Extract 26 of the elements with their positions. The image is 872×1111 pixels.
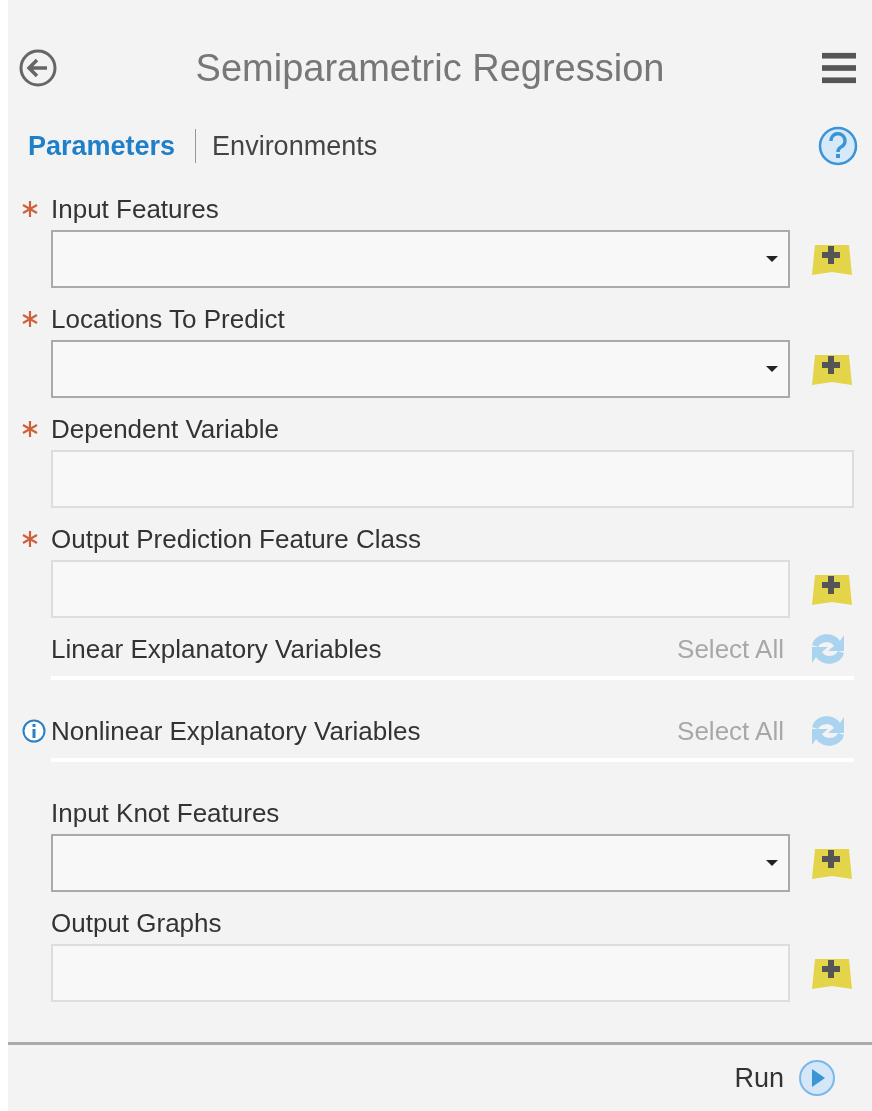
parameter-label: Output Prediction Feature Class	[51, 523, 421, 555]
tab[interactable]: Parameters	[28, 130, 176, 162]
caret-icon[interactable]	[766, 366, 778, 372]
parameter-label: Input Knot Features	[51, 797, 280, 829]
tool-title: Semiparametric Regression	[194, 46, 666, 90]
parameter-label: Input Features	[51, 193, 219, 225]
caret-icon[interactable]	[766, 860, 778, 866]
input-field[interactable]	[51, 450, 854, 508]
play-icon	[798, 1059, 836, 1097]
info-icon[interactable]	[21, 719, 46, 743]
tab[interactable]: Environments	[212, 130, 378, 162]
parameter-label: Locations To Predict	[51, 303, 285, 335]
caret-icon[interactable]	[766, 256, 778, 262]
input-field[interactable]	[51, 560, 790, 618]
input-field[interactable]	[51, 944, 790, 1002]
menu-icon[interactable]	[822, 51, 856, 85]
dropdown-field[interactable]	[51, 340, 790, 398]
parameter-label: Dependent Variable	[51, 413, 279, 445]
parameter-label: Linear Explanatory Variables	[51, 633, 382, 665]
dropdown-field[interactable]	[51, 230, 790, 288]
back-icon[interactable]	[18, 48, 58, 88]
dropdown-field[interactable]	[51, 834, 790, 892]
parameter-label: Nonlinear Explanatory Variables	[51, 715, 421, 747]
parameter-label: Output Graphs	[51, 907, 222, 939]
run-button[interactable]: Run	[734, 1059, 836, 1097]
help-icon[interactable]	[818, 126, 858, 166]
